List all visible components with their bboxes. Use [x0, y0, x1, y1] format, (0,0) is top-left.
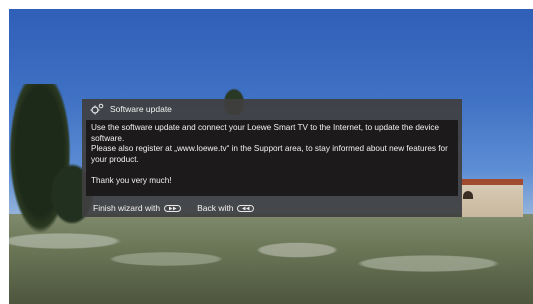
- dialog-message: Use the software update and connect your…: [86, 120, 458, 196]
- back-label: Back with: [197, 203, 234, 213]
- background-house: [461, 179, 523, 217]
- finish-wizard-hint[interactable]: Finish wizard with: [93, 203, 182, 213]
- gears-icon: [90, 103, 104, 115]
- dialog-header: Software update: [82, 99, 462, 118]
- fast-forward-key-icon: [164, 204, 182, 212]
- dialog-title: Software update: [110, 103, 172, 114]
- software-update-dialog: Software update Use the software update …: [82, 99, 462, 217]
- dialog-footer: Finish wizard with Back with: [93, 202, 270, 214]
- rewind-key-icon: [237, 204, 255, 212]
- back-hint[interactable]: Back with: [197, 203, 255, 213]
- finish-wizard-label: Finish wizard with: [93, 203, 161, 213]
